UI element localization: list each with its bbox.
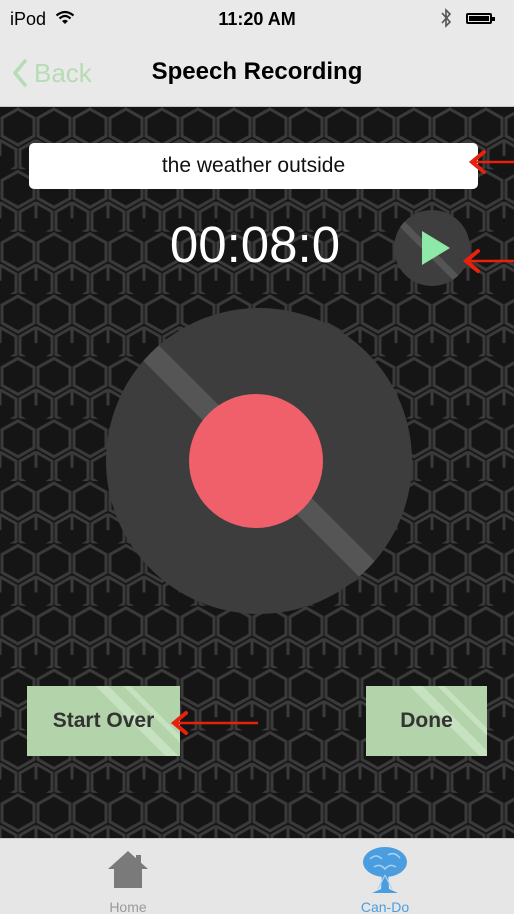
bluetooth-icon [440, 8, 452, 33]
page-title: Speech Recording [151, 58, 363, 85]
battery-icon [466, 13, 495, 24]
app-screen: iPod 11:20 AM Back Speech Recording the … [0, 0, 514, 914]
recording-panel: the weather outside 00:08:0 Start Over D… [0, 107, 514, 838]
annotation-arrow-phrase [468, 150, 514, 174]
recording-timer: 00:08:0 [169, 216, 341, 273]
navigation-bar: Back Speech Recording [0, 40, 514, 107]
annotation-arrow-play [462, 249, 514, 273]
done-button[interactable]: Done [366, 686, 487, 756]
start-over-label: Start Over [52, 709, 155, 732]
tab-bar: Home Can-Do [0, 838, 514, 914]
record-icon [189, 394, 323, 528]
tab-home[interactable]: Home [48, 839, 208, 914]
status-time: 11:20 AM [218, 9, 296, 29]
tab-can-do-label: Can-Do [360, 899, 410, 914]
tree-icon [363, 847, 407, 893]
start-over-button[interactable]: Start Over [27, 686, 180, 756]
phrase-field: the weather outside [29, 143, 478, 189]
done-label: Done [400, 709, 453, 732]
tab-home-label: Home [109, 899, 147, 914]
status-bar: iPod 11:20 AM [0, 0, 514, 40]
record-button[interactable] [106, 308, 412, 614]
play-button[interactable] [394, 210, 470, 286]
tab-can-do[interactable]: Can-Do [305, 839, 465, 914]
home-icon [108, 851, 148, 888]
annotation-arrow-start-over [170, 711, 258, 735]
